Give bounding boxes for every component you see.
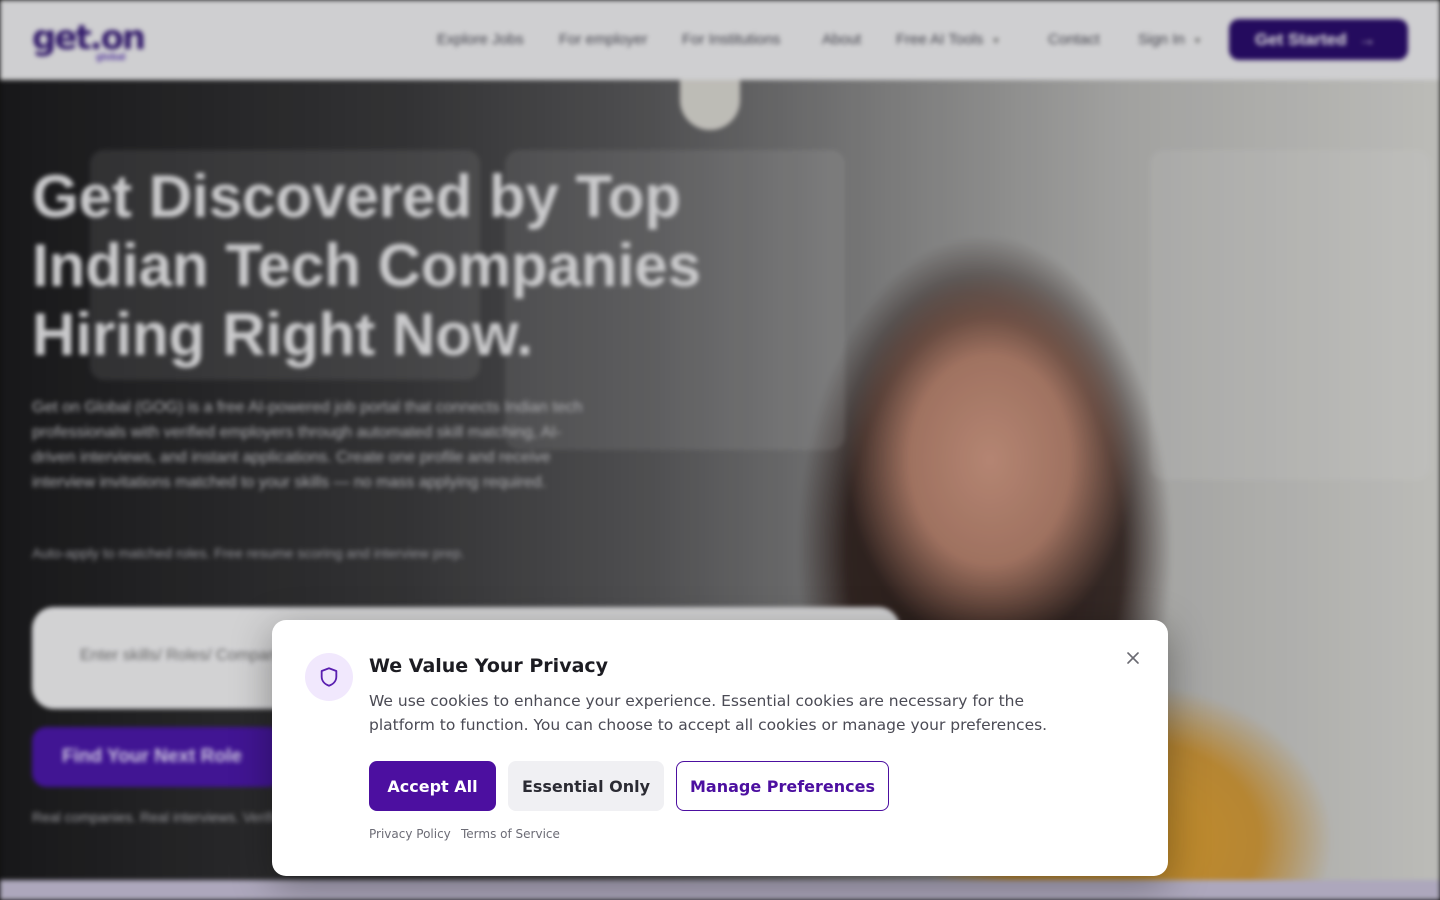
modal-description: We use cookies to enhance your experienc… (369, 692, 1048, 734)
close-icon (1127, 652, 1139, 664)
modal-title: We Value Your Privacy (369, 655, 609, 677)
manage-preferences-button[interactable]: Manage Preferences (676, 761, 889, 811)
cookie-consent-modal: We Value Your Privacy We use cookies to … (272, 620, 1168, 876)
essential-only-button[interactable]: Essential Only (508, 761, 664, 811)
shield-icon (320, 667, 338, 687)
close-button[interactable] (1119, 644, 1147, 672)
privacy-policy-link[interactable]: Privacy Policy (369, 827, 451, 841)
accept-all-button[interactable]: Accept All (369, 761, 496, 811)
shield-icon-badge (305, 653, 353, 701)
terms-of-service-link[interactable]: Terms of Service (461, 827, 560, 841)
